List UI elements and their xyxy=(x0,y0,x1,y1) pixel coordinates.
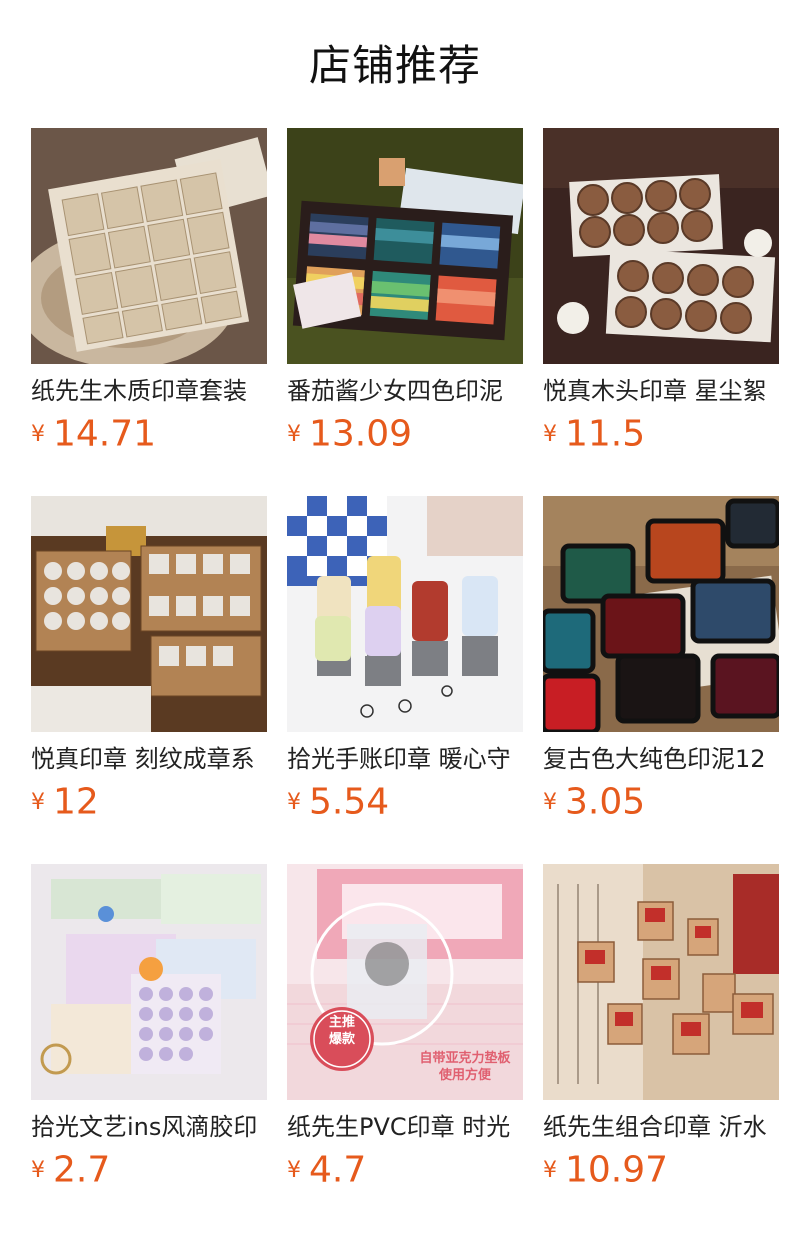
four-color-ink-pad-image[interactable] xyxy=(287,128,523,364)
product-card[interactable]: 拾光手账印章 暖心守 ¥5.54 xyxy=(287,496,523,826)
acrylic-block-caption: 自带亚克力垫板 使用方便 xyxy=(407,1050,523,1084)
product-name[interactable]: 悦真木头印章 星尘絮 xyxy=(543,374,779,408)
clear-epoxy-stamps-image[interactable] xyxy=(31,864,267,1100)
caption-line: 使用方便 xyxy=(438,1068,491,1083)
product-price: ¥12 xyxy=(31,782,267,823)
currency-symbol: ¥ xyxy=(31,1157,45,1183)
product-price: ¥2.7 xyxy=(31,1150,267,1191)
product-card[interactable]: 主推 爆款 自带亚克力垫板 使用方便 纸先生PVC印章 时光 ¥4.7 xyxy=(287,864,523,1194)
product-card[interactable]: 纸先生木质印章套装 ¥14.71 xyxy=(31,128,267,458)
currency-symbol: ¥ xyxy=(287,421,301,447)
currency-symbol: ¥ xyxy=(287,789,301,815)
product-card[interactable]: 番茄酱少女四色印泥 ¥13.09 xyxy=(287,128,523,458)
product-card[interactable]: 悦真木头印章 星尘絮 ¥11.5 xyxy=(543,128,779,458)
price-value: 13.09 xyxy=(309,413,413,455)
price-value: 10.97 xyxy=(565,1149,669,1191)
price-value: 3.05 xyxy=(565,781,646,823)
product-name[interactable]: 纸先生组合印章 沂水 xyxy=(543,1110,779,1144)
currency-symbol: ¥ xyxy=(31,789,45,815)
product-name[interactable]: 番茄酱少女四色印泥 xyxy=(287,374,523,408)
price-value: 2.7 xyxy=(53,1149,111,1191)
currency-symbol: ¥ xyxy=(543,789,557,815)
product-card[interactable]: 悦真印章 刻纹成章系 ¥12 xyxy=(31,496,267,826)
price-value: 11.5 xyxy=(565,413,646,455)
product-name[interactable]: 拾光手账印章 暖心守 xyxy=(287,742,523,776)
product-price: ¥14.71 xyxy=(31,414,267,455)
product-price: ¥13.09 xyxy=(287,414,523,455)
currency-symbol: ¥ xyxy=(543,1157,557,1183)
badge-line: 爆款 xyxy=(328,1032,355,1047)
pvc-stamp-with-block-image[interactable]: 主推 爆款 自带亚克力垫板 使用方便 xyxy=(287,864,523,1100)
product-price: ¥4.7 xyxy=(287,1150,523,1191)
product-name[interactable]: 拾光文艺ins风滴胶印 xyxy=(31,1110,267,1144)
product-name[interactable]: 纸先生PVC印章 时光 xyxy=(287,1110,523,1144)
price-value: 14.71 xyxy=(53,413,157,455)
product-price: ¥5.54 xyxy=(287,782,523,823)
hot-seller-badge: 主推 爆款 xyxy=(318,1014,366,1048)
product-name[interactable]: 纸先生木质印章套装 xyxy=(31,374,267,408)
caption-line: 自带亚克力垫板 xyxy=(419,1051,511,1066)
wooden-stamp-set-image[interactable] xyxy=(31,128,267,364)
journal-roller-stamps-image[interactable] xyxy=(287,496,523,732)
currency-symbol: ¥ xyxy=(543,421,557,447)
currency-symbol: ¥ xyxy=(287,1157,301,1183)
round-wooden-stamps-image[interactable] xyxy=(543,128,779,364)
vintage-ink-pads-image[interactable] xyxy=(543,496,779,732)
product-price: ¥10.97 xyxy=(543,1150,779,1191)
product-price: ¥3.05 xyxy=(543,782,779,823)
price-value: 12 xyxy=(53,781,99,823)
product-card[interactable]: 纸先生组合印章 沂水 ¥10.97 xyxy=(543,864,779,1194)
carved-stamp-collection-image[interactable] xyxy=(31,496,267,732)
price-value: 5.54 xyxy=(309,781,390,823)
price-value: 4.7 xyxy=(309,1149,367,1191)
product-name[interactable]: 复古色大纯色印泥12 xyxy=(543,742,779,776)
product-price: ¥11.5 xyxy=(543,414,779,455)
chinese-seal-stamps-image[interactable] xyxy=(543,864,779,1100)
section-title: 店铺推荐 xyxy=(308,41,481,90)
product-name[interactable]: 悦真印章 刻纹成章系 xyxy=(31,742,267,776)
product-card[interactable]: 复古色大纯色印泥12 ¥3.05 xyxy=(543,496,779,826)
shop-recommendations-page: 店铺推荐 纸先生木质印章套装 ¥ 14.71 番茄酱少女四色印泥 ¥ 13.09… xyxy=(0,0,790,1234)
product-card[interactable]: 拾光文艺ins风滴胶印 ¥2.7 xyxy=(31,864,267,1194)
currency-symbol: ¥ xyxy=(31,421,45,447)
badge-line: 主推 xyxy=(328,1015,355,1030)
